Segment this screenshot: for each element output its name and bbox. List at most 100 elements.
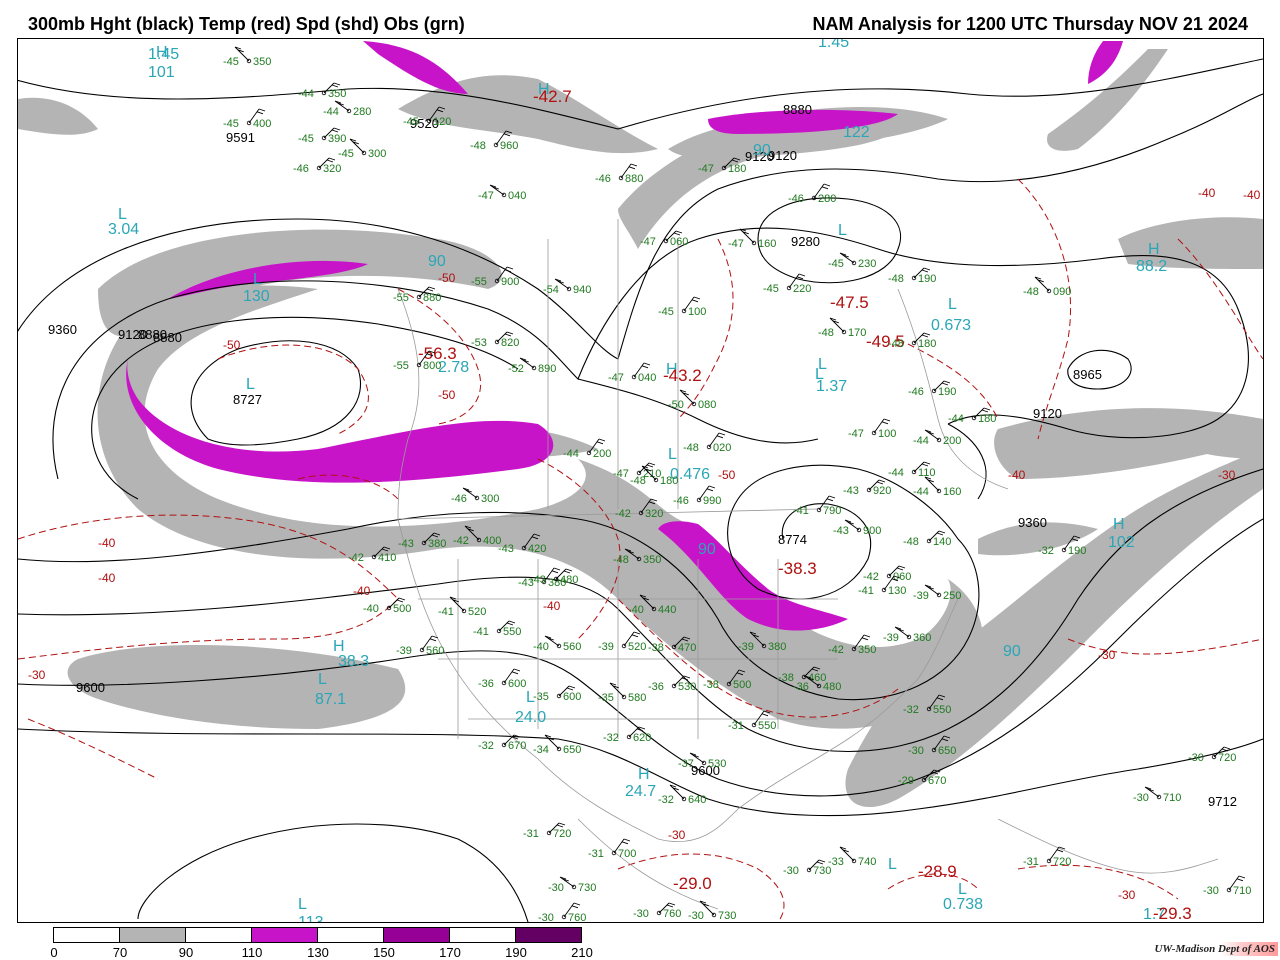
station-temp: -55 xyxy=(393,292,409,304)
height-label: 9600 xyxy=(76,680,105,695)
station-temp: -30 xyxy=(1203,885,1219,897)
station-height: 520 xyxy=(468,606,486,618)
station-height: 180 xyxy=(660,475,678,487)
speed-label: 88.2 xyxy=(1136,258,1167,275)
height-label: 9120 xyxy=(1033,406,1062,421)
legend-swatch xyxy=(318,928,384,942)
station-temp: -53 xyxy=(471,337,487,349)
pressure-center-marker: L xyxy=(958,881,967,898)
station-temp: -30 xyxy=(908,745,924,757)
speed-label: 113 xyxy=(298,914,324,922)
temperature-label: -30 xyxy=(668,828,686,842)
station-temp: -32 xyxy=(903,704,919,716)
temperature-extremum: -38.3 xyxy=(778,559,817,578)
station-height: 990 xyxy=(703,495,721,507)
station-temp: -52 xyxy=(508,363,524,375)
station-height: 180 xyxy=(918,338,936,350)
speed-label: 1.45 xyxy=(818,39,849,51)
station-height: 710 xyxy=(1163,792,1181,804)
station-height: 160 xyxy=(758,238,776,250)
station-temp: -30 xyxy=(538,912,554,922)
station-height: 190 xyxy=(938,386,956,398)
station-temp: -42 xyxy=(615,508,631,520)
station-height: 720 xyxy=(1053,856,1071,868)
speed-label: 0.673 xyxy=(931,317,971,334)
station-height: 500 xyxy=(393,603,411,615)
station-height: 900 xyxy=(501,276,519,288)
station-height: 360 xyxy=(913,632,931,644)
station-height: 200 xyxy=(943,435,961,447)
station-temp: -41 xyxy=(438,606,454,618)
station-temp: -46 xyxy=(908,386,924,398)
height-label: 9712 xyxy=(1208,794,1237,809)
station-height: 160 xyxy=(943,486,961,498)
station-temp: -40 xyxy=(533,641,549,653)
speed-label: 90 xyxy=(1003,643,1021,660)
station-temp: -44 xyxy=(888,467,904,479)
temperature-label: -40 xyxy=(98,536,116,550)
height-label: 8965 xyxy=(1073,367,1102,382)
station-height: 190 xyxy=(918,273,936,285)
station-height: 320 xyxy=(645,508,663,520)
station-height: 710 xyxy=(1233,885,1251,897)
station-temp: -45 xyxy=(403,116,419,128)
station-temp: -54 xyxy=(543,284,559,296)
station-temp: -31 xyxy=(1023,856,1039,868)
station-height: 740 xyxy=(858,856,876,868)
station-temp: -44 xyxy=(913,435,929,447)
station-height: 620 xyxy=(633,732,651,744)
station-height: 550 xyxy=(758,720,776,732)
station-height: 760 xyxy=(568,912,586,922)
pressure-center-marker: H xyxy=(156,44,168,61)
legend-tick-label: 210 xyxy=(571,945,593,960)
station-height: 320 xyxy=(323,163,341,175)
station-temp: -46 xyxy=(673,495,689,507)
station-height: 480 xyxy=(823,681,841,693)
station-height: 670 xyxy=(508,740,526,752)
station-temp: -35 xyxy=(598,692,614,704)
station-temp: -41 xyxy=(473,626,489,638)
station-height: 380 xyxy=(768,641,786,653)
pressure-center-marker: L xyxy=(838,222,847,239)
station-height: 600 xyxy=(508,678,526,690)
station-temp: -41 xyxy=(858,585,874,597)
station-temp: -46 xyxy=(788,193,804,205)
station-temp: -44 xyxy=(913,486,929,498)
station-height: 500 xyxy=(733,679,751,691)
station-height: 100 xyxy=(688,306,706,318)
station-temp: -31 xyxy=(588,848,604,860)
chart-title-left: 300mb Hght (black) Temp (red) Spd (shd) … xyxy=(28,14,465,34)
station-height: 720 xyxy=(1218,752,1236,764)
station-height: 350 xyxy=(858,644,876,656)
station-height: 640 xyxy=(688,794,706,806)
station-temp: -43 xyxy=(833,525,849,537)
legend-tick-label: 190 xyxy=(505,945,527,960)
pressure-center-marker: L xyxy=(888,856,897,873)
station-temp: -31 xyxy=(523,828,539,840)
legend-tick-label: 70 xyxy=(112,945,128,960)
station-height: 180 xyxy=(728,163,746,175)
temperature-label: -40 xyxy=(1243,188,1261,202)
temperature-label: -50 xyxy=(223,338,241,352)
pressure-center-marker: L xyxy=(668,446,677,463)
station-height: 470 xyxy=(678,642,696,654)
station-temp: -32 xyxy=(603,732,619,744)
station-temp: -36 xyxy=(478,678,494,690)
pressure-center-marker: H xyxy=(638,766,650,783)
station-height: 940 xyxy=(573,284,591,296)
temperature-label: -40 xyxy=(98,571,116,585)
station-temp: -29 xyxy=(898,775,914,787)
station-height: 880 xyxy=(423,292,441,304)
station-temp: -45 xyxy=(223,56,239,68)
speed-label: 122 xyxy=(843,124,870,141)
station-temp: -46 xyxy=(293,163,309,175)
station-temp: -39 xyxy=(598,641,614,653)
legend-tick-label: 130 xyxy=(307,945,329,960)
station-temp: -48 xyxy=(683,442,699,454)
station-temp: -32 xyxy=(478,740,494,752)
height-label: 8880 xyxy=(138,327,167,342)
weather-map: 9360 9120 8880 8727 9591 9520 8880 9280 9120 8965… xyxy=(17,38,1264,923)
station-temp: -38 xyxy=(648,642,664,654)
temperature-extremum: -29.0 xyxy=(673,874,712,893)
station-height: 410 xyxy=(378,552,396,564)
